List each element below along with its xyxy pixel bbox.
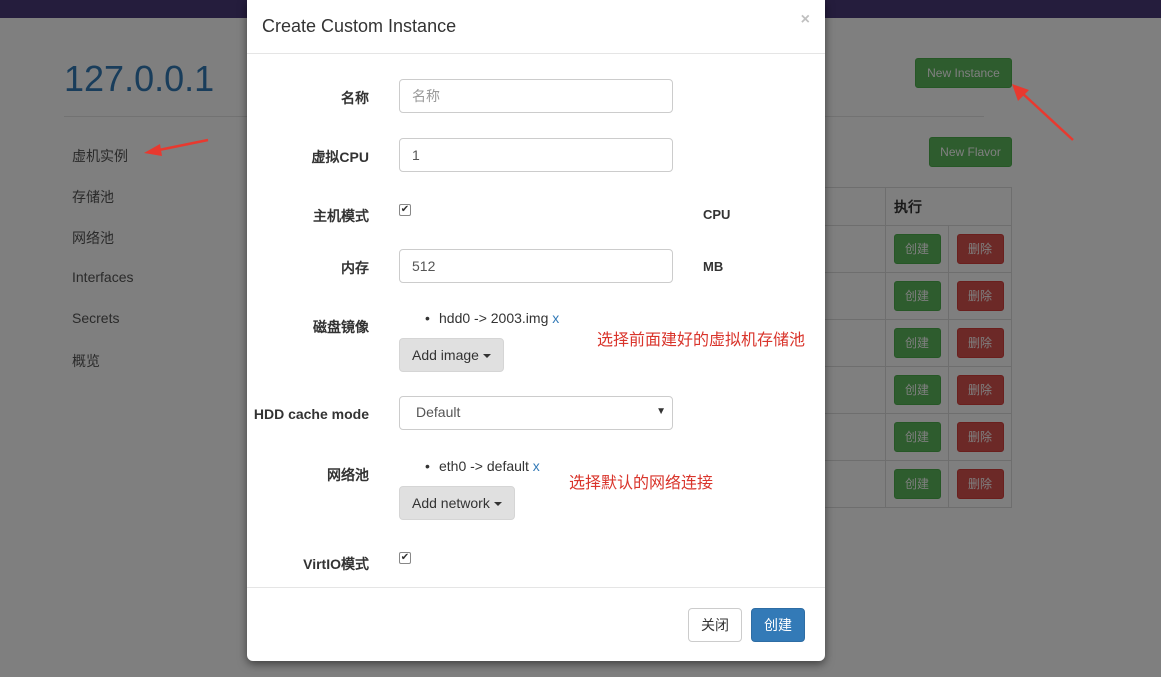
add-network-label: Add network — [412, 495, 490, 511]
cache-mode-select[interactable]: Default ▼ — [399, 396, 673, 430]
memory-label: 内存 — [341, 260, 369, 276]
caret-down-icon — [493, 502, 502, 507]
memory-input[interactable] — [399, 249, 673, 283]
vcpu-input[interactable] — [399, 138, 673, 172]
virtio-label: VirtIO模式 — [303, 556, 369, 572]
cache-mode-label: HDD cache mode — [253, 406, 369, 422]
caret-down-icon — [482, 354, 491, 359]
virtio-checkbox[interactable]: ✔ — [399, 552, 411, 564]
network-annotation-note: 选择默认的网络连接 — [569, 473, 714, 492]
disk-annotation-note: 选择前面建好的虚拟机存储池 — [597, 330, 806, 349]
network-item-text: eth0 -> default — [439, 458, 529, 474]
host-model-checkbox[interactable]: ✔ — [399, 204, 411, 216]
create-instance-modal: Create Custom Instance × 名称 虚拟CPU 主机模式 ✔… — [247, 0, 825, 661]
disk-image-label: 磁盘镜像 — [313, 319, 369, 335]
add-network-button[interactable]: Add network — [399, 486, 515, 520]
list-item: hdd0 -> 2003.img x — [425, 310, 559, 326]
host-model-unit: CPU — [703, 207, 731, 222]
add-image-button[interactable]: Add image — [399, 338, 504, 372]
disk-image-list: hdd0 -> 2003.img x — [425, 310, 559, 326]
vcpu-label: 虚拟CPU — [311, 149, 369, 165]
network-list: eth0 -> default x — [425, 458, 540, 474]
modal-footer: 关闭 创建 — [247, 587, 825, 661]
remove-disk-image-icon[interactable]: x — [552, 310, 559, 326]
remove-network-icon[interactable]: x — [533, 458, 540, 474]
add-image-label: Add image — [412, 347, 479, 363]
memory-unit: MB — [703, 259, 724, 274]
cache-mode-selected: Default — [416, 404, 461, 420]
close-button[interactable]: 关闭 — [688, 608, 742, 642]
close-icon[interactable]: × — [801, 11, 810, 29]
name-label: 名称 — [341, 90, 369, 106]
disk-image-item-text: hdd0 -> 2003.img — [439, 310, 549, 326]
dropdown-arrow-icon: ▼ — [656, 406, 666, 417]
network-label: 网络池 — [327, 467, 369, 483]
modal-header: Create Custom Instance × — [247, 0, 825, 54]
modal-title: Create Custom Instance — [262, 16, 457, 36]
name-input[interactable] — [399, 79, 673, 113]
list-item: eth0 -> default x — [425, 458, 540, 474]
create-button[interactable]: 创建 — [751, 608, 805, 642]
host-model-label: 主机模式 — [313, 208, 369, 224]
